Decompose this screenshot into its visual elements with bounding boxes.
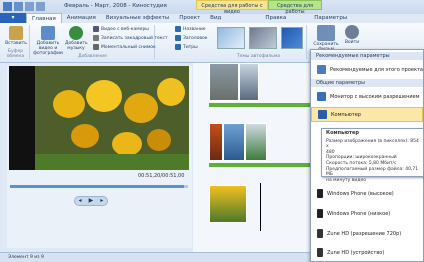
zune-icon: [317, 229, 323, 238]
save-movie-icon: [317, 25, 335, 41]
play-icon[interactable]: ▶: [89, 198, 94, 204]
monitor-icon: [317, 92, 326, 101]
theme-thumbnail-3[interactable]: [281, 27, 303, 49]
group-clipboard: Вставить Буфер обмена: [2, 25, 30, 59]
window-title: Февраль - Март, 2008 - Киностудия: [64, 3, 167, 9]
save-icon[interactable]: [14, 2, 23, 11]
credits-icon: [175, 44, 181, 50]
dropdown-item-computer[interactable]: Компьютер: [311, 107, 423, 122]
clip-desert[interactable]: [209, 123, 223, 161]
recommended-icon: [317, 65, 326, 74]
add-music-button[interactable]: Добавить музыку: [65, 26, 88, 51]
dropdown-item-zune-720p[interactable]: Zune HD (разрешение 720p): [311, 226, 423, 241]
title-icon: [175, 26, 181, 32]
next-frame-icon[interactable]: ▸: [100, 198, 103, 204]
add-video-button[interactable]: Добавить видео и фотографии: [33, 26, 63, 56]
dropdown-item-wp-high[interactable]: Windows Phone (высокое): [311, 186, 423, 201]
previous-frame-icon[interactable]: ◂: [79, 198, 82, 204]
app-menu-icon[interactable]: [3, 2, 12, 11]
phone-icon: [317, 189, 323, 198]
storyboard: [193, 63, 323, 252]
snapshot-button[interactable]: Моментальный снимок: [93, 44, 156, 50]
ribbon-tabs: ▾ Главная Анимация Визуальные эффекты Пр…: [0, 13, 424, 23]
group-text: Название Заголовок Титры: [155, 25, 211, 59]
camera-icon: [93, 44, 99, 50]
save-movie-button[interactable]: Сохранить фильм: [313, 25, 339, 52]
tab-project[interactable]: Проект: [174, 13, 205, 23]
file-menu-button[interactable]: ▾: [0, 13, 26, 23]
music-note-icon: [69, 26, 83, 40]
theme-thumbnail-2[interactable]: [249, 27, 277, 49]
playback-controls: ◂ ▶ ▸: [74, 196, 108, 206]
dropdown-item-hd-monitor[interactable]: Монитор с высоким разрешением: [311, 89, 423, 104]
group-add: Добавить видео и фотографии Добавить муз…: [31, 25, 168, 59]
clip-tulips[interactable]: [209, 185, 247, 223]
webcam-video-button[interactable]: Видео с веб-камеры: [93, 26, 149, 32]
signin-button[interactable]: Войти: [342, 25, 362, 45]
tab-animation[interactable]: Анимация: [62, 13, 101, 23]
tab-edit[interactable]: Правка: [260, 13, 291, 23]
title-bar: Февраль - Март, 2008 - Киностудия Средст…: [0, 0, 424, 15]
tab-options[interactable]: Параметры: [309, 13, 352, 23]
dropdown-item-zune-device[interactable]: Zune HD (устройство): [311, 245, 423, 260]
playhead[interactable]: [260, 183, 261, 231]
audio-track-2[interactable]: [209, 163, 323, 167]
dropdown-header-common: Общие параметры: [311, 79, 423, 87]
dropdown-item-recommended[interactable]: Рекомендуемые для этого проекта: [311, 62, 423, 77]
status-text: Элемент 9 из 9: [8, 255, 44, 260]
time-readout: 00:51,20/00:51,00: [138, 173, 185, 179]
title-button[interactable]: Название: [175, 26, 206, 32]
group-automovie-themes: Темы автофильма: [211, 25, 307, 59]
tab-visual-effects[interactable]: Визуальные эффекты: [101, 13, 174, 23]
quick-access-toolbar: [3, 2, 45, 11]
computer-icon: [318, 110, 327, 119]
seek-bar-progress: [10, 185, 184, 188]
tooltip-line: на минуту видео: [326, 177, 366, 183]
phone-icon: [317, 209, 323, 218]
undo-icon[interactable]: [25, 2, 34, 11]
theme-thumbnail-1[interactable]: [217, 27, 245, 49]
clip-hydrangea[interactable]: [245, 123, 267, 161]
caption-icon: [175, 35, 181, 41]
user-icon: [345, 25, 359, 39]
audio-track-1[interactable]: [209, 103, 323, 107]
context-tab-sound-tools: Средства для работы: [268, 0, 322, 15]
tulips-image: [9, 66, 189, 170]
clip-penguins[interactable]: [239, 63, 259, 101]
credits-button[interactable]: Титры: [175, 44, 198, 50]
film-photo-icon: [41, 26, 55, 40]
tooltip-line: Предполагаемый размер файла: 40,71 МБ: [326, 166, 419, 178]
tooltip-line: Размер изображения (в пикселях): 854 x: [326, 138, 419, 150]
redo-icon[interactable]: [36, 2, 45, 11]
dropdown-item-wp-low[interactable]: Windows Phone (низкое): [311, 206, 423, 221]
clip-lighthouse[interactable]: [223, 123, 245, 161]
tab-home[interactable]: Главная: [26, 13, 62, 23]
paste-button[interactable]: Вставить: [5, 26, 27, 46]
caption-button[interactable]: Заголовок: [175, 35, 208, 41]
paste-icon: [9, 26, 23, 40]
tooltip-title: Компьютер: [326, 130, 359, 136]
video-preview[interactable]: [9, 66, 189, 170]
computer-tooltip: Компьютер Размер изображения (в пикселях…: [321, 128, 424, 183]
clip-koala[interactable]: [209, 63, 239, 101]
dropdown-header-recommended: Рекомендуемые параметры: [311, 52, 423, 60]
zune-icon: [317, 248, 323, 257]
webcam-icon: [93, 26, 99, 32]
microphone-icon: [93, 35, 99, 41]
context-tab-video-tools: Средства для работы с видео: [196, 0, 268, 15]
tab-view[interactable]: Вид: [205, 13, 226, 23]
